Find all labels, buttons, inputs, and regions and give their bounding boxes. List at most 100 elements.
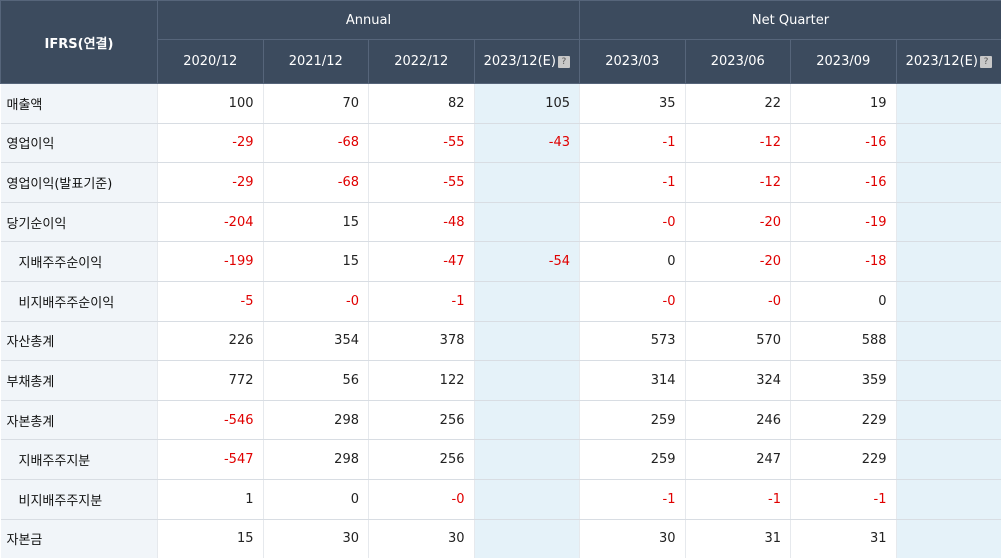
table-cell (474, 163, 580, 203)
row-label: 영업이익(발표기준) (1, 163, 158, 203)
table-cell: 247 (685, 440, 791, 480)
table-cell: 19 (791, 84, 897, 124)
table-cell: 35 (580, 84, 686, 124)
table-cell: 359 (791, 361, 897, 401)
row-label: 자본총계 (1, 400, 158, 440)
column-header-label: 2023/09 (816, 54, 870, 69)
table-cell: -16 (791, 123, 897, 163)
table-row: 당기순이익-20415-48-0-20-19 (1, 202, 1001, 242)
financial-summary-table: IFRS(연결) Annual Net Quarter 2020/122021/… (0, 0, 1001, 558)
table-cell: -1 (791, 479, 897, 519)
table-cell (474, 361, 580, 401)
table-cell: -0 (685, 281, 791, 321)
table-cell: -55 (369, 163, 475, 203)
table-cell: -43 (474, 123, 580, 163)
table-cell: 15 (263, 242, 369, 282)
table-cell: -5 (158, 281, 264, 321)
table-cell: 570 (685, 321, 791, 361)
table-cell: -12 (685, 123, 791, 163)
table-cell (896, 281, 1001, 321)
table-cell (474, 321, 580, 361)
table-cell: 229 (791, 440, 897, 480)
table-cell (474, 519, 580, 558)
table-cell: 298 (263, 440, 369, 480)
table-cell (896, 242, 1001, 282)
table-cell: 0 (791, 281, 897, 321)
column-header: 2023/06 (685, 40, 791, 84)
table-cell: 229 (791, 400, 897, 440)
table-cell: 31 (685, 519, 791, 558)
table-cell: 226 (158, 321, 264, 361)
table-cell: 0 (580, 242, 686, 282)
column-header: 2022/12 (369, 40, 475, 84)
row-label: 지배주주순이익 (1, 242, 158, 282)
table-cell: -12 (685, 163, 791, 203)
row-label: 비지배주주지분 (1, 479, 158, 519)
table-row: 비지배주주순이익-5-0-1-0-00 (1, 281, 1001, 321)
column-header: 2023/12(E)? (474, 40, 580, 84)
table-cell: -0 (580, 202, 686, 242)
table-cell (896, 361, 1001, 401)
column-header-label: 2023/06 (711, 54, 765, 69)
column-header-label: 2023/12(E) (484, 54, 556, 69)
table-row: 자본총계-546298256259246229 (1, 400, 1001, 440)
table-cell: 354 (263, 321, 369, 361)
table-cell: 772 (158, 361, 264, 401)
annual-group-header: Annual (158, 1, 580, 40)
table-cell (896, 84, 1001, 124)
table-cell (896, 202, 1001, 242)
question-mark-icon[interactable]: ? (558, 56, 570, 68)
table-cell: 256 (369, 400, 475, 440)
row-label: 자본금 (1, 519, 158, 558)
table-cell (896, 479, 1001, 519)
table-cell: -68 (263, 123, 369, 163)
table-cell (896, 321, 1001, 361)
table-cell: -18 (791, 242, 897, 282)
table-row: 부채총계77256122314324359 (1, 361, 1001, 401)
table-cell (474, 281, 580, 321)
table-cell: -547 (158, 440, 264, 480)
row-label: 영업이익 (1, 123, 158, 163)
table-cell: -199 (158, 242, 264, 282)
column-header-label: 2021/12 (289, 54, 343, 69)
table-cell (896, 519, 1001, 558)
row-label: 지배주주지분 (1, 440, 158, 480)
table-cell: -47 (369, 242, 475, 282)
table-cell: 1 (158, 479, 264, 519)
table-cell: -20 (685, 202, 791, 242)
table-cell (896, 440, 1001, 480)
table-title: IFRS(연결) (1, 1, 158, 84)
table-cell: 256 (369, 440, 475, 480)
table-cell: -54 (474, 242, 580, 282)
table-cell: -16 (791, 163, 897, 203)
table-cell: -29 (158, 163, 264, 203)
table-cell (474, 440, 580, 480)
table-cell: -19 (791, 202, 897, 242)
table-cell (896, 123, 1001, 163)
table-row: 영업이익-29-68-55-43-1-12-16 (1, 123, 1001, 163)
column-header-label: 2023/03 (605, 54, 659, 69)
table-cell: -1 (685, 479, 791, 519)
table-row: 자산총계226354378573570588 (1, 321, 1001, 361)
table-cell: -29 (158, 123, 264, 163)
column-header: 2023/03 (580, 40, 686, 84)
table-cell: -204 (158, 202, 264, 242)
table-cell: 100 (158, 84, 264, 124)
row-label: 당기순이익 (1, 202, 158, 242)
table-cell: 15 (263, 202, 369, 242)
table-cell: 378 (369, 321, 475, 361)
row-label: 자산총계 (1, 321, 158, 361)
table-cell: 15 (158, 519, 264, 558)
table-cell (474, 479, 580, 519)
row-label: 부채총계 (1, 361, 158, 401)
question-mark-icon[interactable]: ? (980, 56, 992, 68)
table-row: 지배주주순이익-19915-47-540-20-18 (1, 242, 1001, 282)
table-row: 비지배주주지분10-0-1-1-1 (1, 479, 1001, 519)
table-cell: 298 (263, 400, 369, 440)
table-cell: -1 (580, 123, 686, 163)
table-cell: -55 (369, 123, 475, 163)
table-cell: -0 (263, 281, 369, 321)
table-cell: 324 (685, 361, 791, 401)
column-header: 2021/12 (263, 40, 369, 84)
table-cell: -1 (369, 281, 475, 321)
